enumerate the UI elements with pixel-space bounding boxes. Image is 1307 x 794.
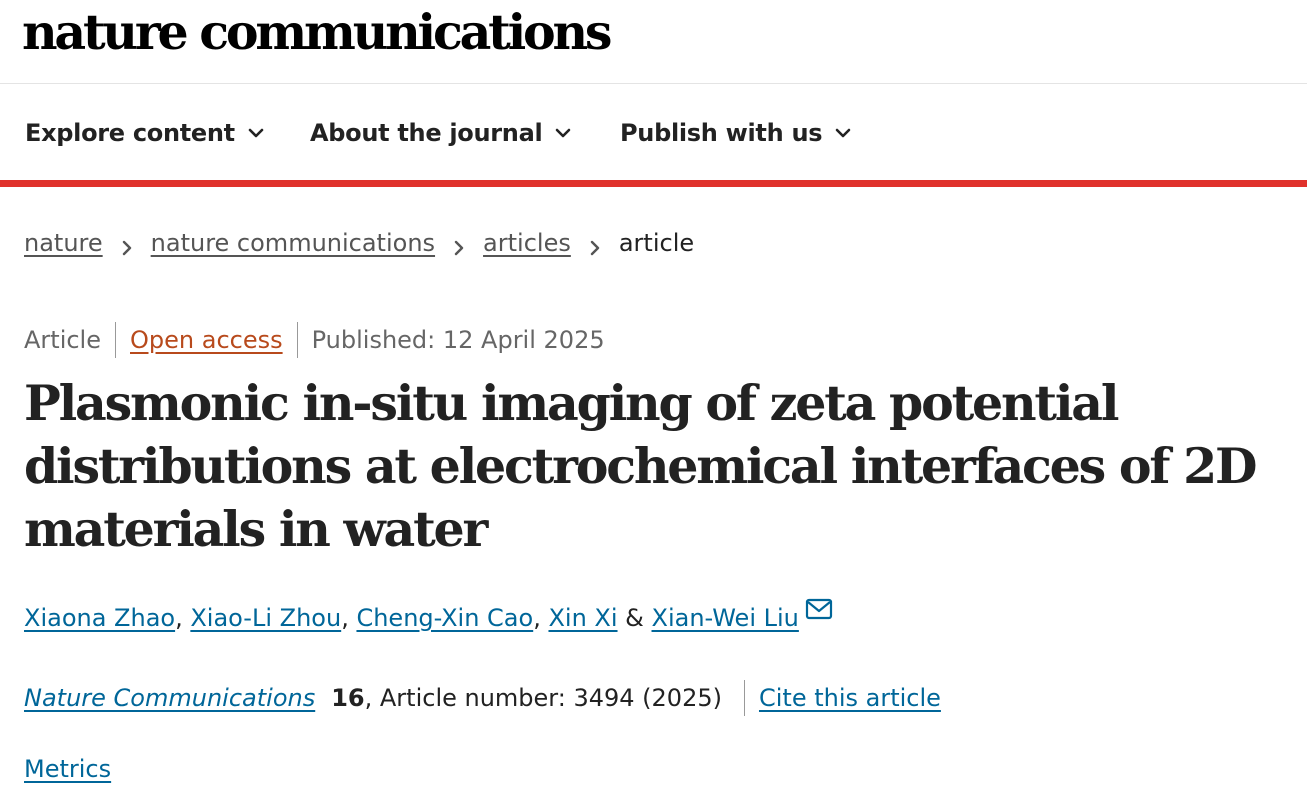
chevron-right-icon <box>103 233 151 256</box>
citation-line: Nature Communications 16 , Article numbe… <box>24 678 941 718</box>
divider <box>743 680 745 716</box>
author-separator: , <box>341 604 357 632</box>
journal-link[interactable]: Nature Communications <box>24 684 315 712</box>
accent-bar <box>0 180 1307 187</box>
author-separator: , <box>175 604 191 632</box>
author-link[interactable]: Cheng-Xin Cao <box>356 604 533 632</box>
chevron-down-icon <box>835 128 851 138</box>
author-separator: , <box>533 604 549 632</box>
nav-about-journal[interactable]: About the journal <box>310 115 572 151</box>
chevron-right-icon <box>571 233 619 256</box>
cite-this-article-link[interactable]: Cite this article <box>759 684 941 712</box>
author-list: Xiaona Zhao, Xiao-Li Zhou, Cheng-Xin Cao… <box>24 598 833 638</box>
author-link[interactable]: Xiao-Li Zhou <box>190 604 341 632</box>
metrics-link[interactable]: Metrics <box>24 749 111 789</box>
article-type: Article <box>24 326 101 354</box>
nav-item-label: Explore content <box>25 119 235 147</box>
author-link[interactable]: Xiaona Zhao <box>24 604 175 632</box>
journal-logo[interactable]: nature communications <box>22 2 612 62</box>
breadcrumb-link-nature-communications[interactable]: nature communications <box>151 229 435 257</box>
published-date: Published: 12 April 2025 <box>311 326 605 354</box>
nav-item-label: Publish with us <box>620 119 823 147</box>
author-link[interactable]: Xian-Wei Liu <box>652 604 799 632</box>
breadcrumb-link-articles[interactable]: articles <box>483 229 571 257</box>
divider <box>296 322 298 358</box>
chevron-down-icon <box>556 128 571 138</box>
site-header: nature communications <box>0 0 1307 84</box>
article-number: , Article number: 3494 (2025) <box>364 684 722 712</box>
author-link[interactable]: Xin Xi <box>548 604 617 632</box>
nav-publish-with-us[interactable]: Publish with us <box>620 115 852 151</box>
envelope-icon[interactable] <box>805 597 833 621</box>
article-title: Plasmonic in-situ imaging of zeta potent… <box>24 374 1258 558</box>
author-separator: & <box>617 604 652 632</box>
divider <box>115 322 116 358</box>
breadcrumb-current: article <box>618 229 695 257</box>
breadcrumb: nature nature communications articles ar… <box>24 225 694 261</box>
volume-number: 16 <box>331 684 365 712</box>
nav-explore-content[interactable]: Explore content <box>25 115 265 151</box>
chevron-down-icon <box>248 128 264 138</box>
open-access-link[interactable]: Open access <box>130 326 283 354</box>
breadcrumb-link-nature[interactable]: nature <box>24 229 103 257</box>
article-meta: Article Open access Published: 12 April … <box>24 320 605 360</box>
chevron-right-icon <box>435 233 483 256</box>
main-navigation: Explore content About the journal Publis… <box>0 85 1307 180</box>
nav-item-label: About the journal <box>310 119 543 147</box>
